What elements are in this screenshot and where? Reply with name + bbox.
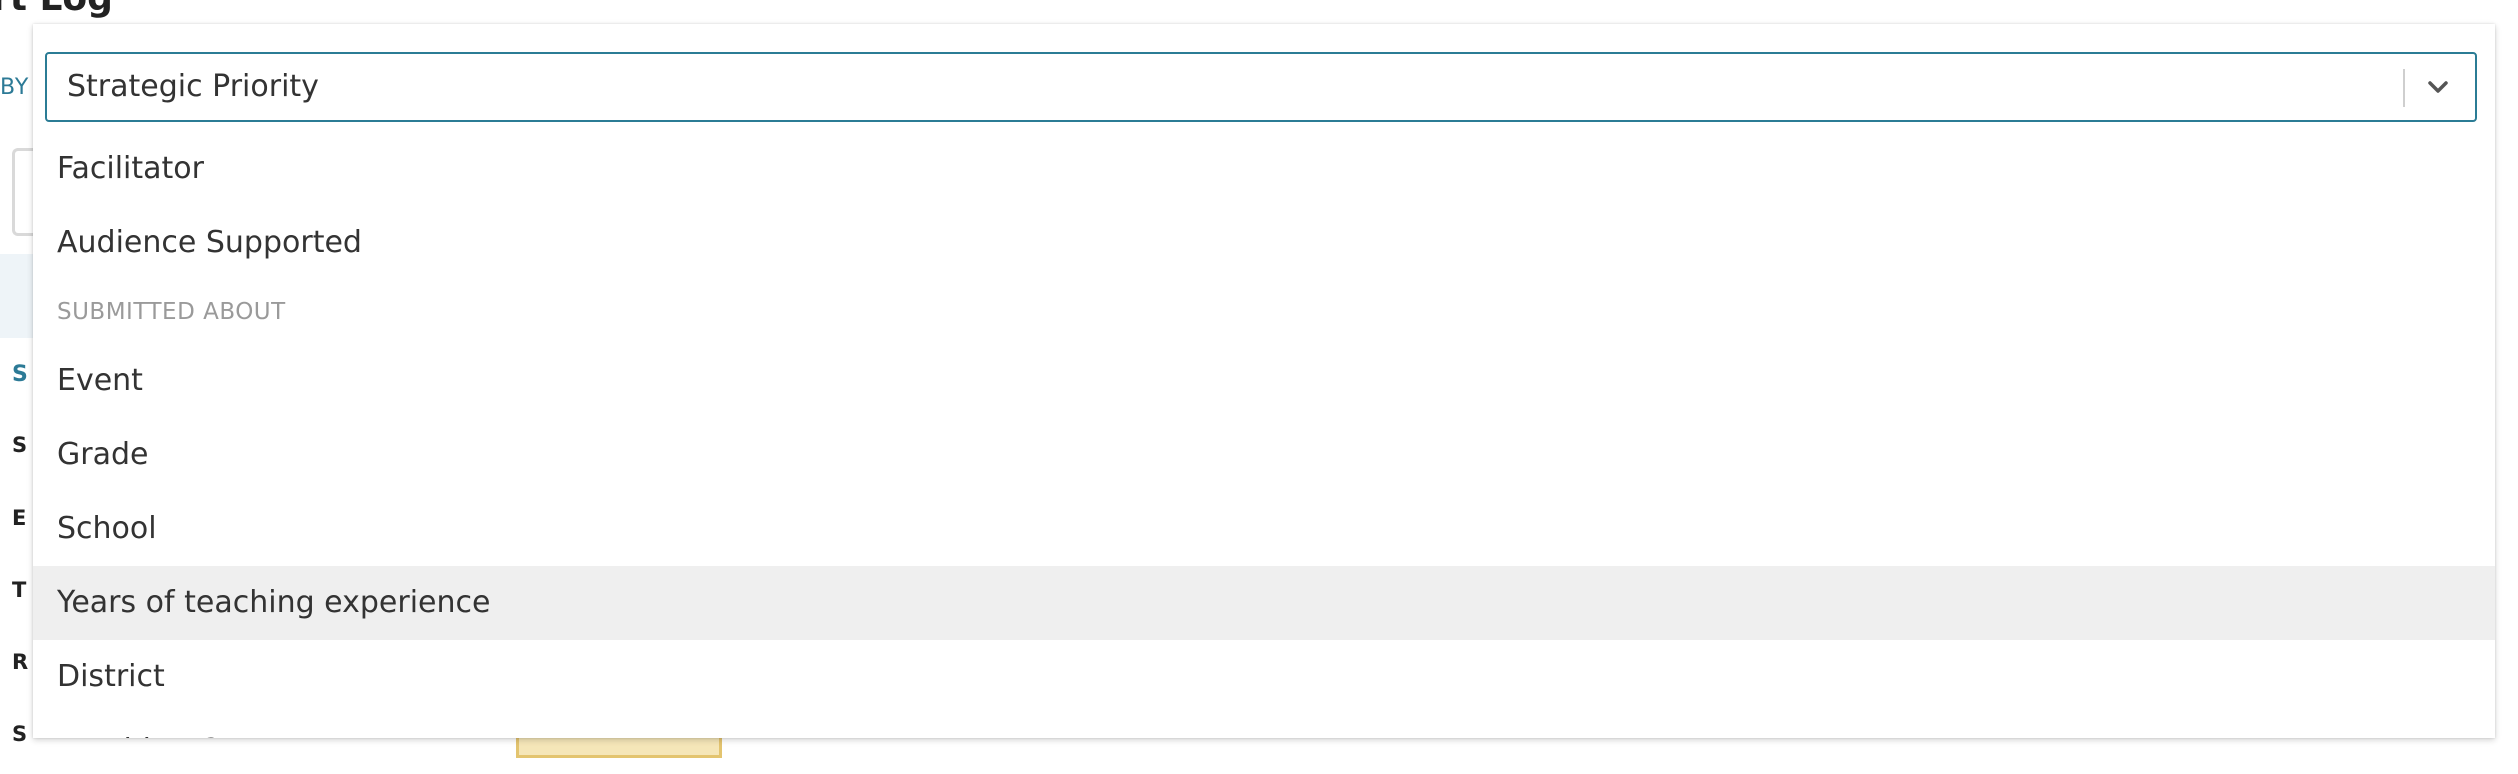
select-value: Strategic Priority (67, 69, 319, 104)
chevron-down-icon[interactable] (2413, 62, 2463, 112)
background-row-label: E (12, 506, 27, 530)
background-row-label: S (12, 433, 28, 457)
page-title: rt Log (0, 0, 113, 19)
option-district[interactable]: District (33, 640, 2495, 714)
background-link[interactable]: S (12, 362, 28, 387)
option-teaching-context[interactable]: Teaching Context (33, 714, 2495, 738)
background-row-label: T (12, 578, 27, 602)
group-by-dropdown: Strategic Priority Facilitator Audience … (33, 24, 2495, 738)
option-event[interactable]: Event (33, 344, 2495, 418)
background-row-label: S (12, 722, 28, 746)
option-audience-supported[interactable]: Audience Supported (33, 206, 2495, 280)
background-highlight-cell (516, 735, 722, 758)
option-facilitator[interactable]: Facilitator (33, 132, 2495, 206)
select-separator (2403, 69, 2405, 107)
option-years-of-teaching-experience[interactable]: Years of teaching experience (33, 566, 2495, 640)
group-heading-submitted-about: SUBMITTED ABOUT (57, 299, 286, 325)
group-by-select[interactable]: Strategic Priority (45, 52, 2477, 122)
option-school[interactable]: School (33, 492, 2495, 566)
background-row-label: R (12, 650, 29, 674)
group-by-label: BY (0, 75, 30, 100)
options-list: Facilitator Audience Supported SUBMITTED… (33, 132, 2495, 738)
option-grade[interactable]: Grade (33, 418, 2495, 492)
